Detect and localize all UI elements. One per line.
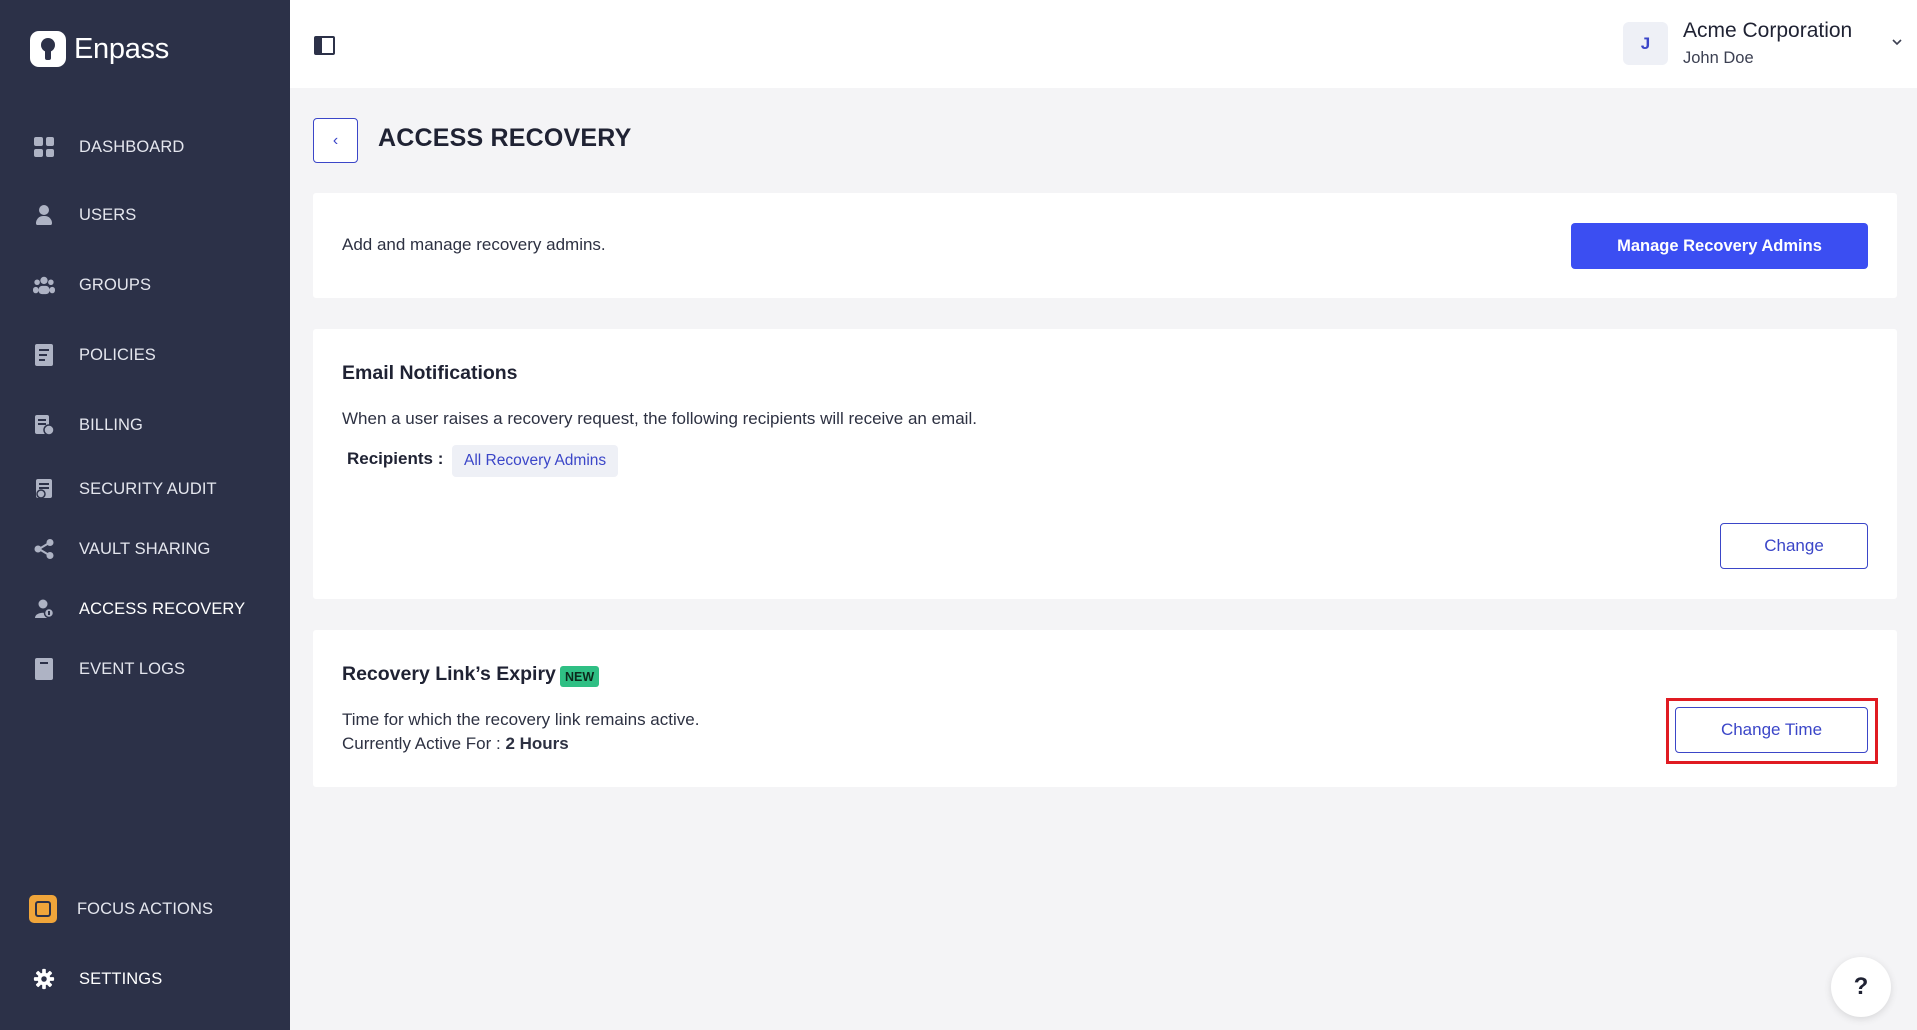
focus-actions-icon <box>29 895 57 923</box>
recipients-chip[interactable]: All Recovery Admins <box>452 445 619 477</box>
sidebar-item-security-audit[interactable]: SECURITY AUDIT <box>0 467 290 511</box>
event-logs-icon <box>33 658 55 680</box>
sidebar-item-policies[interactable]: POLICIES <box>0 333 290 377</box>
app-name: Enpass <box>74 32 169 65</box>
sidebar-item-label: GROUPS <box>79 275 152 294</box>
user-icon <box>33 204 55 226</box>
sidebar: Enpass DASHBOARD USERS GROUPS POLICIES B… <box>0 0 290 1030</box>
page-title: ACCESS RECOVERY <box>378 124 632 152</box>
top-bar: J Acme Corporation John Doe <box>290 0 1917 88</box>
back-button[interactable]: ‹ <box>313 118 358 163</box>
sidebar-toggle-icon[interactable] <box>314 36 335 55</box>
chevron-left-icon: ‹ <box>332 131 339 149</box>
manage-recovery-admins-button[interactable]: Manage Recovery Admins <box>1571 223 1868 269</box>
security-audit-icon <box>33 478 55 500</box>
sidebar-item-label: FOCUS ACTIONS <box>77 899 214 918</box>
new-badge: NEW <box>560 666 600 687</box>
recovery-admins-description: Add and manage recovery admins. <box>342 235 606 254</box>
share-icon <box>33 538 55 560</box>
dashboard-icon <box>33 136 55 158</box>
recovery-admins-card: Add and manage recovery admins. Manage R… <box>313 193 1897 298</box>
org-name[interactable]: Acme Corporation <box>1683 19 1852 43</box>
enpass-logo-icon <box>30 31 66 67</box>
highlight-annotation <box>1666 698 1878 764</box>
access-recovery-icon <box>33 598 55 620</box>
recovery-link-expiry-card: Recovery Link’s Expiry NEW Time for whic… <box>313 630 1897 787</box>
sidebar-item-label: ACCESS RECOVERY <box>79 599 246 618</box>
recovery-link-expiry-description: Time for which the recovery link remains… <box>342 710 700 729</box>
active-duration-value: 2 Hours <box>505 734 569 753</box>
recovery-link-expiry-heading: Recovery Link’s Expiry <box>342 663 556 685</box>
billing-icon <box>33 414 55 436</box>
sidebar-item-billing[interactable]: BILLING <box>0 403 290 447</box>
gear-icon <box>33 968 55 990</box>
sidebar-item-dashboard[interactable]: DASHBOARD <box>0 125 290 169</box>
policies-icon <box>33 344 55 366</box>
sidebar-item-label: SECURITY AUDIT <box>79 479 217 498</box>
change-recipients-button[interactable]: Change <box>1720 523 1868 569</box>
sidebar-item-label: DASHBOARD <box>79 137 185 156</box>
active-duration-label: Currently Active For : <box>342 734 501 753</box>
sidebar-item-focus-actions[interactable]: FOCUS ACTIONS <box>0 887 290 931</box>
sidebar-item-access-recovery[interactable]: ACCESS RECOVERY <box>0 587 290 631</box>
sidebar-item-label: BILLING <box>79 415 143 434</box>
chevron-down-icon[interactable] <box>1889 34 1905 50</box>
sidebar-item-vault-sharing[interactable]: VAULT SHARING <box>0 527 290 571</box>
groups-icon <box>33 274 55 296</box>
recipients-label: Recipients : <box>347 449 444 468</box>
help-button[interactable]: ? <box>1831 957 1891 1017</box>
email-notifications-heading: Email Notifications <box>342 362 518 384</box>
sidebar-item-label: SETTINGS <box>79 969 163 988</box>
active-duration-line: Currently Active For : 2 Hours <box>342 734 569 754</box>
email-notifications-card: Email Notifications When a user raises a… <box>313 329 1897 599</box>
sidebar-item-label: EVENT LOGS <box>79 659 186 678</box>
app-logo[interactable]: Enpass <box>30 31 169 67</box>
sidebar-item-label: USERS <box>79 205 137 224</box>
sidebar-item-users[interactable]: USERS <box>0 193 290 237</box>
user-name: John Doe <box>1683 49 1754 67</box>
sidebar-item-groups[interactable]: GROUPS <box>0 263 290 307</box>
sidebar-item-label: VAULT SHARING <box>79 539 211 558</box>
sidebar-item-settings[interactable]: SETTINGS <box>0 957 290 1001</box>
sidebar-item-label: POLICIES <box>79 345 156 364</box>
org-avatar[interactable]: J <box>1623 22 1668 65</box>
sidebar-item-event-logs[interactable]: EVENT LOGS <box>0 647 290 691</box>
email-notifications-description: When a user raises a recovery request, t… <box>342 409 977 428</box>
